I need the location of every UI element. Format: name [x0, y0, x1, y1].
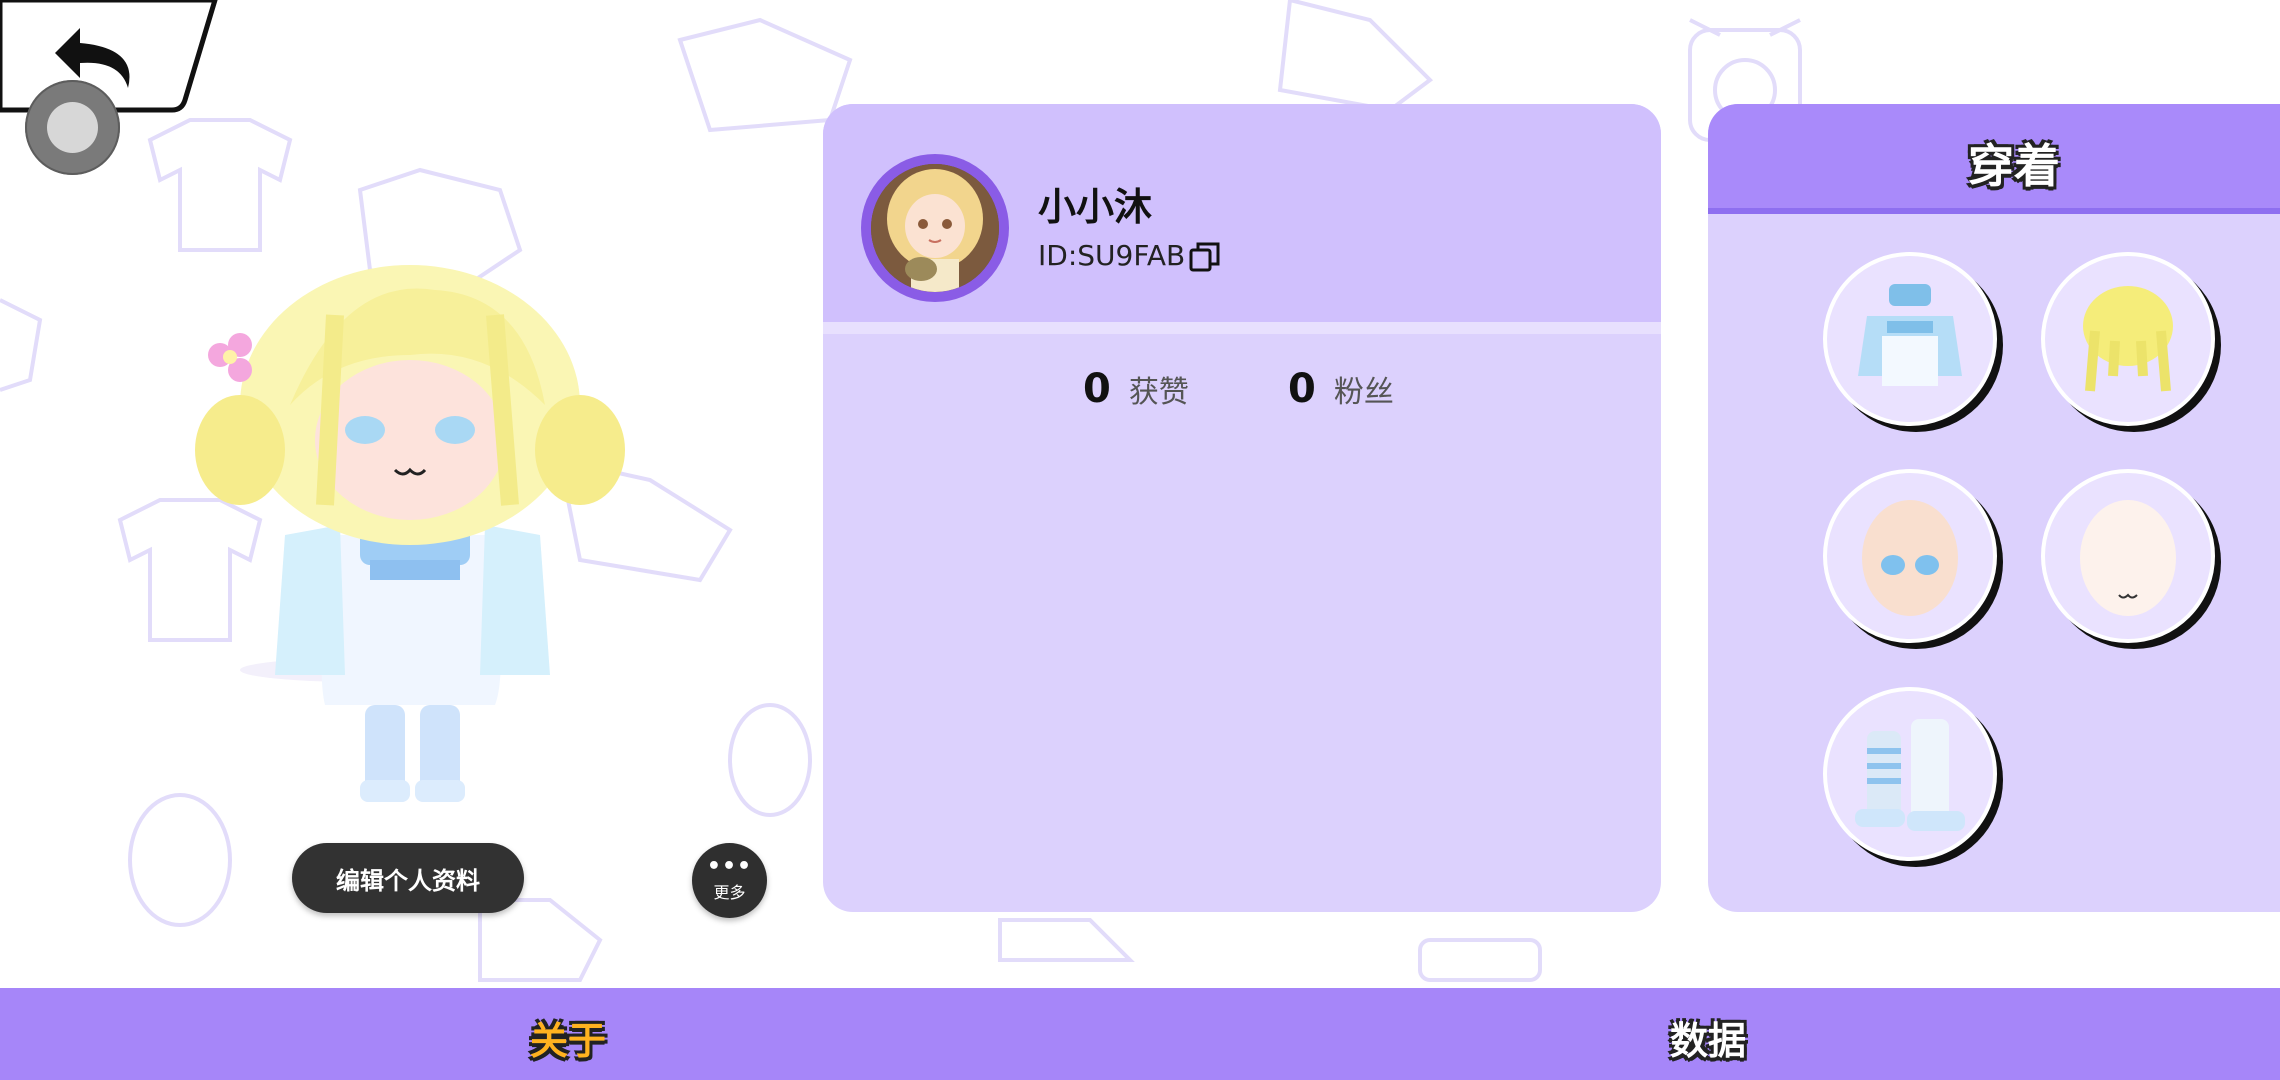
- outfit-item-hair-icon[interactable]: [2041, 252, 2215, 426]
- bottom-tab-bar: 关于 数据: [0, 988, 2280, 1080]
- wearing-panel: 穿着: [1708, 104, 2280, 912]
- outfit-item-boots-icon[interactable]: [1823, 687, 1997, 861]
- tab-about[interactable]: 关于: [530, 1010, 606, 1065]
- copy-icon[interactable]: [1188, 240, 1222, 274]
- tab-data[interactable]: 数据: [1670, 1010, 1746, 1065]
- avatar-character-figure: [195, 265, 625, 802]
- fans-stat: 0 粉丝: [1288, 366, 1394, 412]
- profile-divider: [823, 322, 1661, 334]
- outfit-item-face-eyes-icon[interactable]: [1823, 469, 1997, 643]
- wearing-title: 穿着: [1968, 139, 2060, 193]
- more-button[interactable]: ••• 更多: [692, 843, 767, 918]
- fans-label: 粉丝: [1333, 375, 1394, 410]
- profile-card: 小小沐 ID:SU9FAB 0 获赞 0 粉丝: [823, 104, 1661, 912]
- profile-username: 小小沐: [1038, 185, 1153, 229]
- outfit-item-face-mouth-icon[interactable]: [2041, 469, 2215, 643]
- outfit-item-dress-icon[interactable]: [1823, 252, 1997, 426]
- edit-profile-button[interactable]: 编辑个人资料: [292, 843, 524, 913]
- avatar-image: [871, 164, 999, 292]
- more-button-label: 更多: [713, 882, 746, 902]
- likes-stat: 0 获赞: [1083, 366, 1189, 412]
- more-dots-icon: •••: [706, 853, 753, 879]
- wearing-header: 穿着: [1708, 104, 2280, 214]
- fans-count: 0: [1288, 366, 1316, 412]
- likes-label: 获赞: [1128, 375, 1189, 410]
- profile-user-id: ID:SU9FAB: [1038, 239, 1186, 272]
- joystick-control[interactable]: [25, 80, 120, 175]
- profile-avatar[interactable]: [861, 154, 1009, 302]
- likes-count: 0: [1083, 366, 1111, 412]
